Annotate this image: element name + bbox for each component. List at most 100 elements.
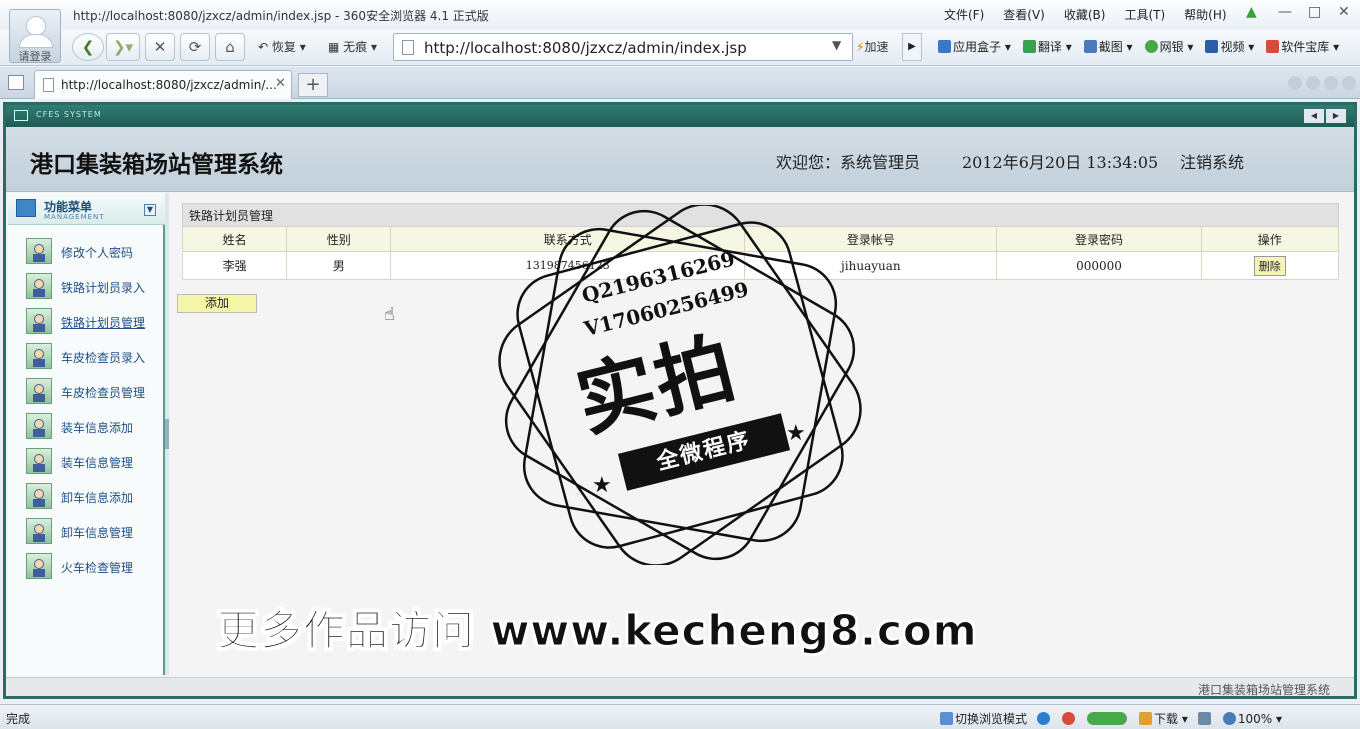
translate-button[interactable]: 翻译 ▾ bbox=[1022, 38, 1072, 55]
tab-title: http://localhost:8080/jzxcz/admin/... bbox=[61, 78, 277, 92]
menu-item-loading-management[interactable]: 装车信息管理 bbox=[8, 448, 165, 478]
menu-item-train-inspection[interactable]: 火车检查管理 bbox=[8, 553, 165, 583]
logout-link[interactable]: 注销系统 bbox=[1180, 149, 1244, 173]
go-button[interactable]: ▶ bbox=[902, 33, 922, 61]
download-button[interactable]: 下载 ▾ bbox=[1139, 710, 1188, 727]
menu-item-label: 装车信息添加 bbox=[61, 421, 134, 435]
bank-button[interactable]: 网银 ▾ bbox=[1144, 38, 1193, 55]
security-icon[interactable] bbox=[1062, 711, 1077, 726]
user-icon bbox=[26, 238, 52, 264]
play-icon: ▶ bbox=[908, 41, 916, 52]
sidebar-toggle-icon[interactable] bbox=[8, 75, 24, 90]
app-title: 港口集装箱场站管理系统 bbox=[30, 151, 283, 178]
volume-icon[interactable] bbox=[1197, 711, 1213, 726]
speaker-icon bbox=[1197, 711, 1211, 725]
system-bar-label: CFES SYSTEM bbox=[36, 110, 102, 119]
app-box-label: 应用盒子 bbox=[953, 40, 1002, 54]
menu-view[interactable]: 查看(V) bbox=[1003, 6, 1045, 23]
refresh-icon: ⟳ bbox=[188, 38, 202, 56]
tab-page-icon bbox=[43, 78, 54, 92]
back-arrow-icon: ❮ bbox=[81, 38, 95, 56]
maximize-icon[interactable]: □ bbox=[1308, 4, 1321, 20]
toolbar-apps: 应用盒子 ▾ 翻译 ▾ 截图 ▾ 网银 ▾ 视频 ▾ 软件宝库 ▾ bbox=[938, 38, 1339, 55]
cell-password: 000000 bbox=[996, 251, 1202, 280]
screenshot-button[interactable]: 截图 ▾ bbox=[1083, 38, 1133, 55]
user-icon bbox=[26, 518, 52, 544]
user-icon bbox=[26, 308, 52, 334]
menu-item-label: 修改个人密码 bbox=[61, 246, 134, 260]
menu-item-loading-add[interactable]: 装车信息添加 bbox=[8, 413, 165, 443]
download-icon bbox=[1139, 712, 1153, 725]
collapse-menu-icon[interactable]: ▼ bbox=[144, 204, 156, 216]
menu-favorites[interactable]: 收藏(B) bbox=[1064, 6, 1106, 23]
app-footer: 港口集装箱场站管理系统 bbox=[6, 677, 1354, 697]
status-items: 切换浏览模式 下载 ▾ 100% ▾ bbox=[940, 710, 1282, 727]
app-header: 港口集装箱场站管理系统 欢迎您：系统管理员 2012年6月20日 13:34:0… bbox=[6, 127, 1354, 192]
tab-bar: http://localhost:8080/jzxcz/admin/... ✕ … bbox=[0, 67, 1360, 99]
bank-label: 网银 bbox=[1159, 40, 1184, 54]
login-label: 请登录 bbox=[18, 50, 52, 63]
magnifier-icon bbox=[1222, 711, 1236, 725]
address-dropdown-icon[interactable]: ▼ bbox=[832, 38, 841, 52]
app-box-button[interactable]: 应用盒子 ▾ bbox=[938, 38, 1011, 55]
user-icon bbox=[26, 448, 52, 474]
menu-item-planner-management[interactable]: 铁路计划员管理 bbox=[8, 308, 165, 338]
tab-close-icon[interactable]: ✕ bbox=[275, 76, 286, 91]
address-url[interactable]: http://localhost:8080/jzxcz/admin/index.… bbox=[424, 39, 747, 57]
stop-button[interactable]: ✕ bbox=[145, 33, 175, 61]
cell-gender: 男 bbox=[286, 251, 392, 280]
browser-menu-bar: 文件(F) 查看(V) 收藏(B) 工具(T) 帮助(H) bbox=[944, 6, 1227, 23]
new-tab-button[interactable]: + bbox=[298, 73, 328, 97]
user-icon bbox=[26, 413, 52, 439]
menu-item-label: 铁路计划员管理 bbox=[61, 316, 146, 330]
tab-close-all-icon[interactable] bbox=[1342, 76, 1356, 90]
system-bar: CFES SYSTEM ◀ ▶ bbox=[6, 105, 1354, 127]
tab-prev-icon[interactable] bbox=[1288, 76, 1302, 90]
add-button[interactable]: 添加 bbox=[177, 294, 257, 313]
tab-next-icon[interactable] bbox=[1306, 76, 1320, 90]
switch-mode-button[interactable]: 切换浏览模式 bbox=[940, 710, 1027, 727]
avatar-body-icon bbox=[19, 34, 53, 48]
delete-button[interactable]: 删除 bbox=[1253, 255, 1286, 276]
menu-file[interactable]: 文件(F) bbox=[944, 6, 984, 23]
stop-icon: ✕ bbox=[153, 38, 167, 56]
screenshot-label: 截图 bbox=[1098, 40, 1123, 54]
menu-item-change-password[interactable]: 修改个人密码 bbox=[8, 238, 165, 268]
watermark-promo: 更多作品访问 www.kecheng8.com bbox=[217, 606, 978, 656]
footer-text: 港口集装箱场站管理系统 bbox=[1197, 683, 1330, 697]
minimize-icon[interactable]: — bbox=[1278, 4, 1292, 20]
menu-tools[interactable]: 工具(T) bbox=[1124, 6, 1165, 23]
restore-button[interactable]: ↶ 恢复 ▾ bbox=[258, 38, 306, 55]
video-button[interactable]: 视频 ▾ bbox=[1205, 38, 1254, 55]
menu-item-unloading-add[interactable]: 卸车信息添加 bbox=[8, 483, 165, 513]
menu-item-inspector-entry[interactable]: 车皮检查员录入 bbox=[8, 343, 165, 373]
home-button[interactable]: ⌂ bbox=[215, 33, 245, 61]
software-label: 软件宝库 bbox=[1281, 40, 1330, 54]
toggle-icon[interactable] bbox=[1087, 711, 1129, 726]
close-window-icon[interactable]: ✕ bbox=[1338, 4, 1350, 20]
skin-icon[interactable]: ▲ bbox=[1246, 4, 1257, 20]
menu-item-inspector-management[interactable]: 车皮检查员管理 bbox=[8, 378, 165, 408]
forward-button[interactable]: ❯▾ bbox=[106, 33, 140, 61]
menu-item-planner-entry[interactable]: 铁路计划员录入 bbox=[8, 273, 165, 303]
refresh-button[interactable]: ⟳ bbox=[180, 33, 210, 61]
forward-arrow-icon: ❯▾ bbox=[112, 38, 134, 56]
address-bar[interactable]: http://localhost:8080/jzxcz/admin/index.… bbox=[393, 33, 853, 61]
status-bar: 完成 切换浏览模式 下载 ▾ 100% ▾ bbox=[0, 704, 1360, 729]
browser-tab[interactable]: http://localhost:8080/jzxcz/admin/... ✕ bbox=[34, 70, 292, 99]
menu-item-label: 卸车信息管理 bbox=[61, 526, 134, 540]
zoom-button[interactable]: 100% ▾ bbox=[1222, 711, 1282, 726]
ie-icon[interactable] bbox=[1037, 711, 1052, 726]
menu-help[interactable]: 帮助(H) bbox=[1184, 6, 1226, 23]
menu-item-label: 卸车信息添加 bbox=[61, 491, 134, 505]
back-button[interactable]: ❮ bbox=[72, 33, 104, 61]
scroll-left-button[interactable]: ◀ bbox=[1304, 109, 1324, 123]
speed-button[interactable]: ⚡加速 bbox=[856, 38, 888, 55]
tab-list-icon[interactable] bbox=[1324, 76, 1338, 90]
scroll-right-button[interactable]: ▶ bbox=[1326, 109, 1346, 123]
software-button[interactable]: 软件宝库 ▾ bbox=[1266, 38, 1339, 55]
incognito-button[interactable]: ▦ 无痕 ▾ bbox=[328, 38, 377, 55]
login-avatar[interactable]: 请登录 bbox=[9, 9, 61, 63]
menu-item-unloading-management[interactable]: 卸车信息管理 bbox=[8, 518, 165, 548]
mode-icon bbox=[940, 712, 953, 725]
